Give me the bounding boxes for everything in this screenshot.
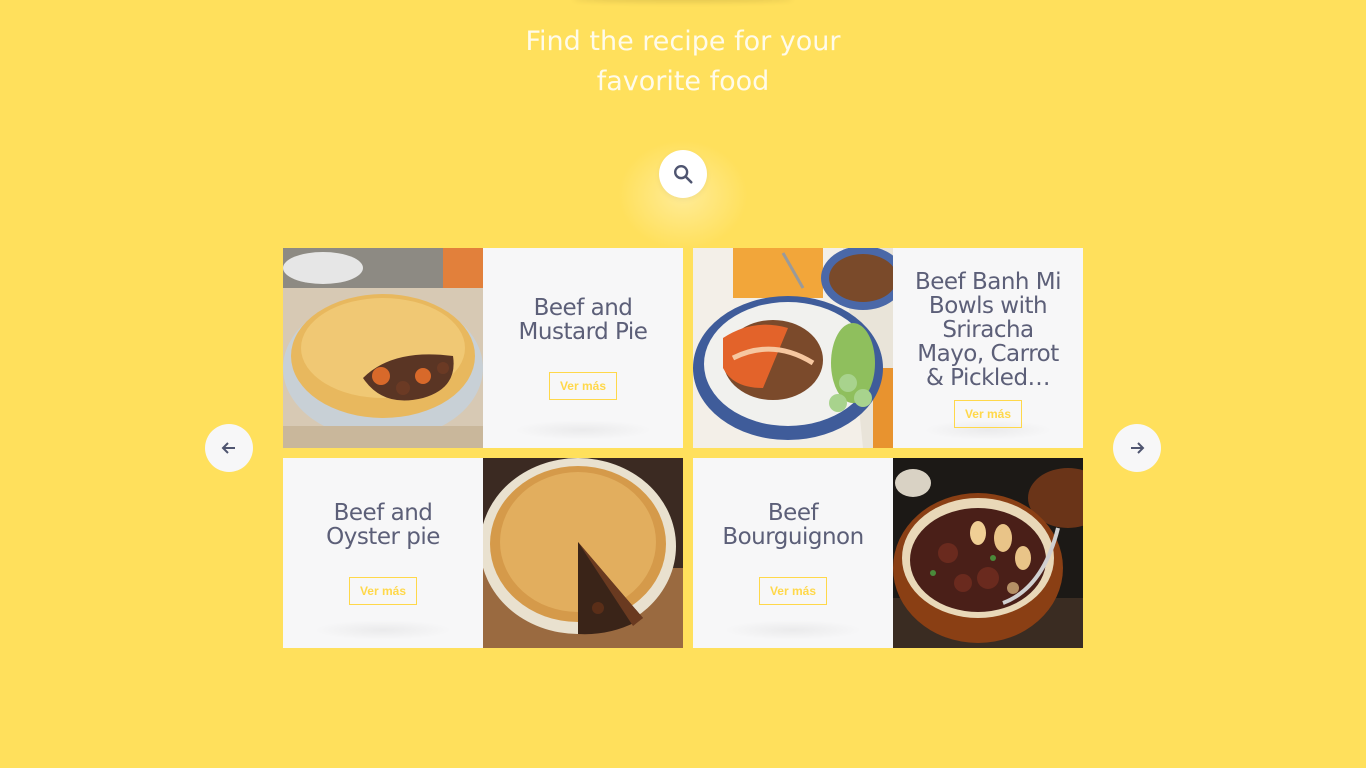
recipe-card[interactable]: Beef and Mustard Pie Ver más bbox=[283, 248, 683, 448]
recipe-photo-beef-bourguignon[interactable] bbox=[893, 458, 1083, 648]
arrow-right-icon bbox=[1131, 442, 1145, 454]
recipe-card[interactable]: Beef Banh Mi Bowls with Sriracha Mayo, C… bbox=[693, 248, 1083, 448]
search-button[interactable] bbox=[659, 150, 707, 198]
search-icon bbox=[674, 165, 693, 184]
ver-mas-button[interactable]: Ver más bbox=[758, 577, 828, 605]
recipe-photo-beef-mustard-pie[interactable] bbox=[283, 248, 483, 448]
recipe-title: Beef Bourguignon bbox=[722, 500, 864, 550]
recipe-info: Beef and Mustard Pie Ver más bbox=[483, 248, 683, 448]
recipe-title: Beef and Oyster pie bbox=[326, 500, 440, 550]
recipe-info: Beef Bourguignon Ver más bbox=[693, 458, 893, 648]
recipe-card[interactable]: Beef Bourguignon Ver más bbox=[693, 458, 1083, 648]
recipe-info: Beef Banh Mi Bowls with Sriracha Mayo, C… bbox=[893, 248, 1083, 448]
recipe-info: Beef and Oyster pie Ver más bbox=[283, 458, 483, 648]
page-title: Find the recipe for your favorite food bbox=[0, 22, 1366, 102]
recipe-photo-beef-banh-mi-bowls[interactable] bbox=[693, 248, 893, 448]
page-title-line2: favorite food bbox=[596, 66, 770, 97]
recipe-title: Beef and Mustard Pie bbox=[518, 295, 648, 345]
carousel-next-button[interactable] bbox=[1113, 424, 1161, 472]
recipe-title: Beef Banh Mi Bowls with Sriracha Mayo, C… bbox=[914, 269, 1062, 391]
arrow-left-icon bbox=[221, 442, 235, 454]
recipe-photo-beef-oyster-pie[interactable] bbox=[483, 458, 683, 648]
page-title-line1: Find the recipe for your bbox=[525, 26, 841, 57]
ver-mas-button[interactable]: Ver más bbox=[548, 372, 618, 400]
ver-mas-button[interactable]: Ver más bbox=[953, 400, 1023, 428]
carousel-prev-button[interactable] bbox=[205, 424, 253, 472]
ver-mas-button[interactable]: Ver más bbox=[348, 577, 418, 605]
recipe-card[interactable]: Beef and Oyster pie Ver más bbox=[283, 458, 683, 648]
